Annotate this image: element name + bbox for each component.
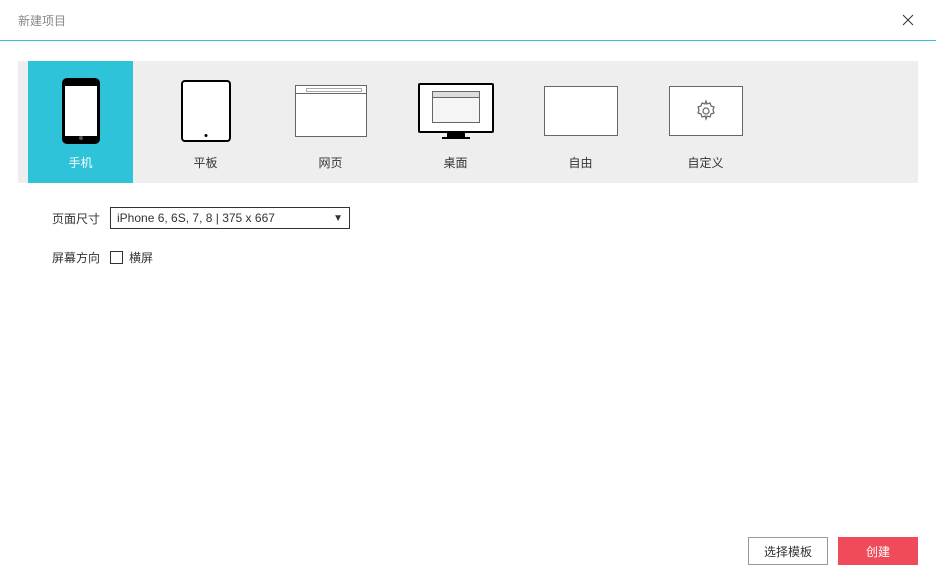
page-size-label: 页面尺寸 <box>52 210 100 227</box>
custom-icon <box>653 75 758 146</box>
device-tile-phone[interactable]: 手机 <box>28 61 133 183</box>
device-tile-custom[interactable]: 自定义 <box>653 61 758 183</box>
landscape-label: 横屏 <box>129 249 153 266</box>
form-area: 页面尺寸 iPhone 6, 6S, 7, 8 | 375 x 667 ▼ 屏幕… <box>52 207 918 266</box>
device-label-custom: 自定义 <box>687 154 723 171</box>
free-icon <box>528 75 633 146</box>
phone-icon <box>28 75 133 146</box>
row-orientation: 屏幕方向 横屏 <box>52 249 918 266</box>
device-type-panel: 手机 平板 网页 桌面 <box>18 61 918 183</box>
page-size-select[interactable]: iPhone 6, 6S, 7, 8 | 375 x 667 ▼ <box>110 207 350 229</box>
dialog-title: 新建项目 <box>18 12 66 29</box>
dialog-footer: 选择模板 创建 <box>748 537 918 565</box>
web-icon <box>278 75 383 146</box>
landscape-checkbox[interactable] <box>110 251 123 264</box>
device-label-tablet: 平板 <box>193 154 217 171</box>
page-size-value: iPhone 6, 6S, 7, 8 | 375 x 667 <box>117 211 275 225</box>
device-tile-free[interactable]: 自由 <box>528 61 633 183</box>
close-icon <box>902 14 914 26</box>
orientation-label: 屏幕方向 <box>52 249 100 266</box>
device-label-free: 自由 <box>568 154 592 171</box>
dialog-header: 新建项目 <box>0 0 936 41</box>
device-tile-web[interactable]: 网页 <box>278 61 383 183</box>
gear-icon <box>694 99 718 123</box>
device-tile-tablet[interactable]: 平板 <box>153 61 258 183</box>
device-label-phone: 手机 <box>68 154 92 171</box>
desktop-icon <box>403 75 508 146</box>
row-page-size: 页面尺寸 iPhone 6, 6S, 7, 8 | 375 x 667 ▼ <box>52 207 918 229</box>
select-template-button[interactable]: 选择模板 <box>748 537 828 565</box>
device-label-desktop: 桌面 <box>443 154 467 171</box>
create-button[interactable]: 创建 <box>838 537 918 565</box>
tablet-icon <box>153 75 258 146</box>
close-button[interactable] <box>898 10 918 30</box>
device-label-web: 网页 <box>318 154 342 171</box>
chevron-down-icon: ▼ <box>333 213 343 224</box>
device-tile-desktop[interactable]: 桌面 <box>403 61 508 183</box>
